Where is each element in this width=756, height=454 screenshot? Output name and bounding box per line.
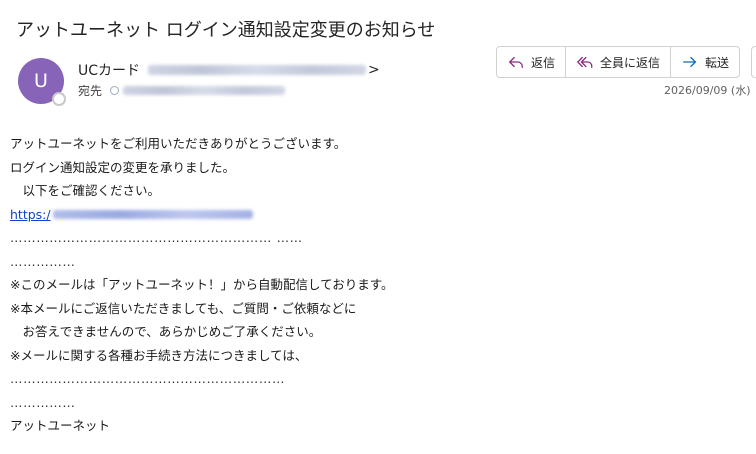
separator-line: …………… bbox=[10, 394, 76, 410]
reply-all-label: 全員に返信 bbox=[600, 55, 661, 70]
message-date: 2026/09/09 (水) bbox=[664, 84, 751, 97]
sender-address-close: > bbox=[368, 62, 380, 78]
reply-button[interactable]: 返信 bbox=[497, 47, 567, 77]
forward-icon bbox=[683, 56, 697, 68]
link-redacted[interactable] bbox=[52, 209, 253, 219]
link-prefix[interactable]: https:/ bbox=[10, 203, 51, 227]
signature: アットユーネット bbox=[10, 418, 111, 433]
email-subject: アットユーネット ログイン通知設定変更のお知らせ bbox=[16, 20, 436, 41]
sender-address-redacted bbox=[148, 65, 367, 75]
body-line: 以下をご確認ください。 bbox=[10, 183, 161, 198]
more-actions-button[interactable] bbox=[751, 46, 756, 78]
to-label: 宛先 bbox=[78, 84, 103, 98]
separator-line: ……………………………………………………… bbox=[10, 371, 286, 386]
recipient-status-icon bbox=[110, 86, 120, 95]
reply-label: 返信 bbox=[531, 55, 556, 70]
forward-button[interactable]: 転送 bbox=[671, 47, 739, 77]
presence-icon bbox=[52, 92, 66, 106]
sender-name[interactable]: UCカード bbox=[78, 60, 140, 80]
separator-line: …………… bbox=[10, 253, 76, 269]
forward-label: 転送 bbox=[705, 55, 730, 70]
avatar-initial: U bbox=[34, 70, 48, 92]
reply-all-icon bbox=[577, 56, 593, 69]
body-line: ログイン通知設定の変更を承りました。 bbox=[10, 159, 236, 175]
message-actions: 返信 全員に返信 転送 bbox=[496, 46, 741, 78]
reply-all-button[interactable]: 全員に返信 bbox=[566, 47, 672, 77]
body-line: お答えできませんので、あらかじめご了承ください。 bbox=[10, 324, 322, 339]
body-line: アットユーネットをご利用いただきありがとうございます。 bbox=[10, 136, 347, 151]
body-line: ※本メールにご返信いただきましても、ご質問・ご依頼などに bbox=[10, 300, 357, 316]
recipient-redacted[interactable] bbox=[123, 86, 286, 95]
body-line: ※このメールは「アットユーネット！」から自動配信しております。 bbox=[10, 277, 394, 292]
message-body: アットユーネットをご利用いただきありがとうございます。 ログイン通知設定の変更を… bbox=[10, 132, 393, 438]
sender-row: UCカード > bbox=[78, 60, 380, 80]
separator-line: …………………………………………………… …… bbox=[10, 230, 303, 245]
body-line: ※メールに関する各種お手続き方法につきましては、 bbox=[10, 347, 308, 363]
reply-icon bbox=[509, 56, 523, 69]
recipient-row: 宛先 bbox=[78, 82, 286, 99]
body-link[interactable]: https:/ bbox=[10, 203, 393, 227]
